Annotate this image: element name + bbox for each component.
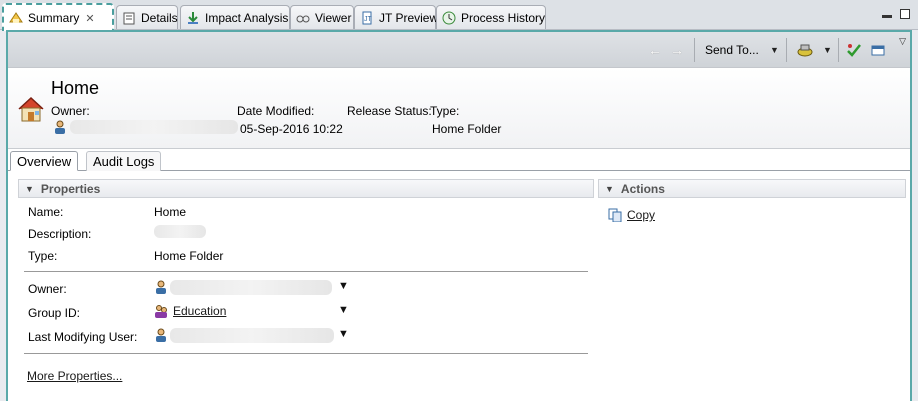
home-folder-icon: [16, 94, 46, 124]
group-id-value: Education: [154, 304, 226, 318]
owner-dropdown-icon[interactable]: ▼: [338, 280, 349, 292]
actions-section-header[interactable]: ▼ Actions: [598, 179, 906, 198]
send-to-dropdown-icon[interactable]: ▼: [770, 41, 779, 59]
name-text: Home: [154, 205, 187, 219]
last-modifying-user-label: Last Modifying User:: [28, 330, 138, 344]
check-in-icon[interactable]: [846, 41, 862, 59]
close-icon[interactable]: ✕: [85, 12, 94, 25]
description-label: Description:: [28, 227, 92, 241]
editor-tab-strip: Summary ✕ Details Impact Analysis Viewer…: [0, 0, 918, 31]
last-modifying-user-dropdown-icon[interactable]: ▼: [338, 328, 349, 340]
more-properties-text: More Properties...: [27, 369, 123, 383]
window-controls: [882, 9, 910, 19]
tab-label: Viewer: [315, 10, 352, 25]
back-arrow-icon[interactable]: ←: [648, 41, 662, 59]
forward-arrow-icon[interactable]: →: [670, 41, 684, 59]
collapse-triangle-icon[interactable]: ▼: [25, 184, 34, 194]
type-label: Type:: [430, 104, 460, 118]
user-icon: [154, 328, 168, 342]
description-value-redacted: [154, 225, 206, 238]
details-icon: [121, 10, 137, 26]
group-id-link[interactable]: Education: [173, 304, 226, 318]
properties-section-header[interactable]: ▼ Properties: [18, 179, 594, 198]
subtab-label: Overview: [17, 153, 72, 169]
send-to-label: Send To...: [705, 43, 759, 57]
type-value: Home Folder: [154, 249, 223, 263]
summary-view-window: Summary ✕ Details Impact Analysis Viewer…: [0, 0, 918, 401]
copy-link[interactable]: Copy: [627, 208, 655, 222]
tab-label: Impact Analysis: [205, 10, 289, 25]
toolbar-separator: [838, 38, 839, 62]
properties-title: Properties: [40, 181, 101, 196]
group-id-dropdown-icon[interactable]: ▼: [338, 304, 349, 316]
owner-label: Owner:: [28, 282, 67, 296]
jt-preview-icon: JT: [359, 10, 375, 26]
type-label: Type:: [28, 249, 58, 263]
toolbar-separator: [694, 38, 695, 62]
owner-label: Owner:: [51, 104, 90, 118]
tab-label: Summary: [28, 11, 80, 25]
owner-value-redacted[interactable]: [170, 280, 332, 295]
tab-jt-preview[interactable]: JT JT Preview: [354, 5, 439, 29]
tab-label: Details: [141, 10, 178, 25]
print-dropdown-icon[interactable]: ▼: [823, 41, 832, 59]
tab-label: JT Preview: [379, 10, 439, 25]
group-id-label: Group ID:: [28, 306, 81, 320]
impact-analysis-icon: [185, 10, 201, 26]
type-value: Home Folder: [432, 122, 502, 136]
object-header: Home Owner: Date Modified: 05-Sep-2016 1…: [8, 68, 910, 149]
properties-divider: [24, 353, 588, 354]
tab-audit-logs[interactable]: Audit Logs: [86, 151, 162, 171]
more-properties-link[interactable]: More Properties...: [27, 369, 122, 383]
object-title: Home: [51, 78, 100, 98]
user-icon: [154, 280, 168, 294]
svg-text:JT: JT: [364, 16, 373, 23]
window-tool-icon[interactable]: [870, 41, 886, 59]
release-status-label: Release Status:: [347, 104, 432, 118]
minimize-button[interactable]: [882, 15, 892, 18]
viewer-icon: [295, 10, 311, 26]
toolbar-separator: [786, 38, 787, 62]
tab-impact-analysis[interactable]: Impact Analysis: [180, 5, 290, 29]
tab-label: Process History: [461, 10, 546, 25]
tab-overview[interactable]: Overview: [10, 151, 79, 171]
summary-subtabs: Overview Audit Logs: [8, 149, 910, 171]
collapse-triangle-icon[interactable]: ▼: [605, 184, 614, 194]
tab-process-history[interactable]: Process History: [436, 5, 546, 29]
user-icon: [53, 120, 67, 134]
properties-divider: [24, 271, 588, 272]
tab-summary[interactable]: Summary ✕: [2, 3, 114, 31]
date-modified-label: Date Modified:: [237, 104, 315, 118]
name-label: Name:: [28, 205, 64, 219]
copy-icon: [608, 208, 622, 223]
name-value: Home: [154, 205, 186, 219]
view-menu-icon[interactable]: ▽: [899, 36, 906, 47]
tab-viewer[interactable]: Viewer: [290, 5, 354, 29]
tab-details[interactable]: Details: [116, 5, 178, 29]
summary-icon: [8, 10, 24, 26]
group-icon: [154, 304, 168, 318]
summary-toolbar: ← → Send To... ▼ ▼ ▽: [8, 32, 910, 68]
owner-value-redacted: [70, 120, 238, 134]
send-to-button[interactable]: Send To...: [705, 41, 759, 59]
type-text: Home Folder: [154, 249, 224, 263]
summary-panel: ← → Send To... ▼ ▼ ▽ Home Owner: Date Mo…: [6, 30, 912, 401]
actions-title: Actions: [620, 181, 665, 196]
process-history-icon: [441, 10, 457, 26]
last-modifying-user-redacted[interactable]: [170, 328, 334, 343]
subtab-label: Audit Logs: [93, 154, 155, 169]
maximize-button[interactable]: [900, 9, 910, 19]
print-tool-icon[interactable]: [796, 41, 814, 59]
date-modified-value: 05-Sep-2016 10:22: [240, 122, 343, 136]
copy-action[interactable]: Copy: [608, 208, 655, 223]
